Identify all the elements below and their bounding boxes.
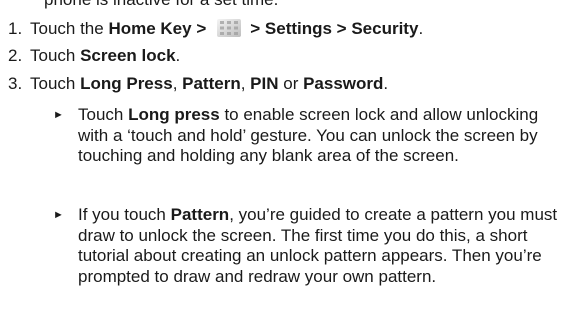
top-line-fragment: phone is inactive for a set time. (44, 0, 278, 10)
step-3-body: Touch Long Press, Pattern, PIN or Passwo… (30, 74, 388, 94)
step-1-number: 1. (8, 19, 23, 38)
step-3-pattern: Pattern (182, 74, 241, 93)
step-2-screen-lock: Screen lock (80, 46, 176, 65)
step-3-sep-1: , (172, 74, 183, 93)
bullet-1-prefix: Touch (78, 105, 129, 124)
step-2-number: 2. (8, 46, 23, 65)
step-3-number: 3. (8, 74, 23, 93)
step-1-prefix: Touch the (30, 19, 109, 38)
bullet-long-press: ► Touch Long press to enable screen lock… (53, 105, 558, 167)
step-3-password: Password (303, 74, 384, 93)
step-3-long-press: Long Press (80, 74, 173, 93)
step-1-body: Touch the Home Key > > Settings > Securi… (30, 18, 423, 39)
step-1-suffix: . (418, 19, 424, 38)
apps-grid-icon (216, 18, 242, 38)
step-3: 3. Touch Long Press, Pattern, PIN or Pass… (8, 74, 388, 94)
step-3-prefix: Touch (30, 74, 81, 93)
step-1: 1. Touch the Home Key > > Settings > Sec… (8, 18, 423, 39)
bullet-1-bold: Long press (128, 105, 220, 124)
step-3-sep-2: , (240, 74, 251, 93)
step-2-suffix: . (175, 46, 181, 65)
bullet-2-prefix: If you touch (78, 205, 171, 224)
step-2: 2. Touch Screen lock. (8, 46, 180, 66)
bullet-arrow-icon: ► (53, 109, 64, 121)
bullet-arrow-icon: ► (53, 209, 64, 221)
bullet-pattern: ► If you touch Pattern, you’re guided to… (53, 205, 558, 287)
step-3-suffix: . (383, 74, 389, 93)
step-1-settings-path: > Settings > Security (250, 19, 419, 38)
bullet-2-bold: Pattern (170, 205, 230, 224)
step-2-body: Touch Screen lock. (30, 46, 180, 66)
step-2-prefix: Touch (30, 46, 81, 65)
bullet-long-press-text: Touch Long press to enable screen lock a… (78, 105, 558, 167)
step-1-home-key: Home Key > (108, 19, 207, 38)
step-3-sep-3: or (278, 74, 304, 93)
step-3-pin: PIN (250, 74, 279, 93)
top-line-text: phone is inactive for a set time. (44, 0, 278, 9)
bullet-pattern-text: If you touch Pattern, you’re guided to c… (78, 205, 558, 287)
